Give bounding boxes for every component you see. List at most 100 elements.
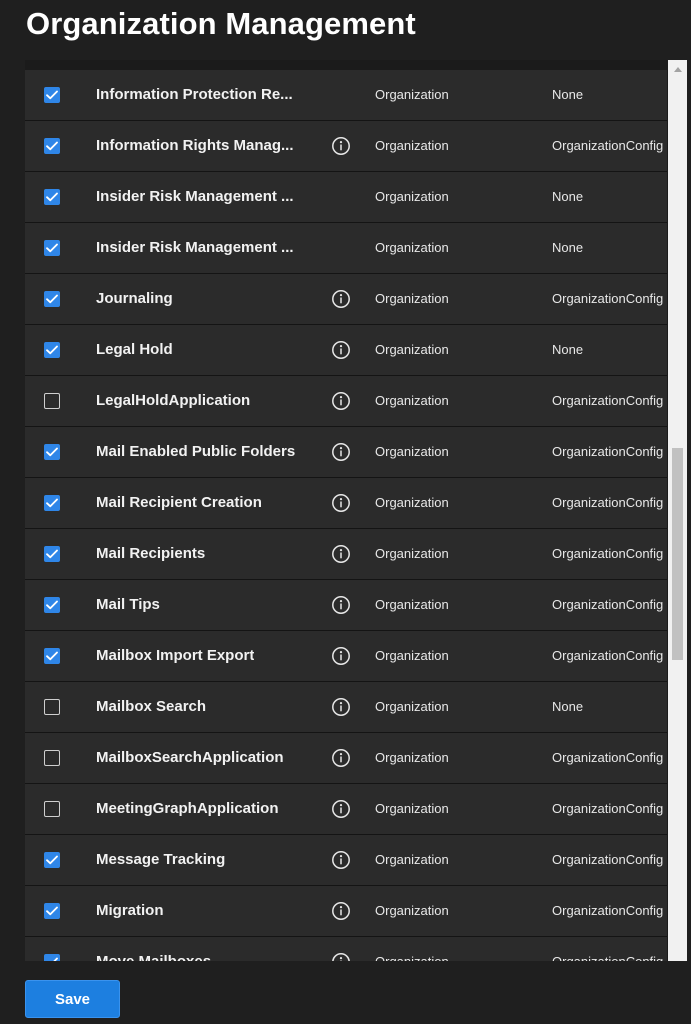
chevron-up-icon bbox=[673, 66, 682, 72]
roles-list: Information Protection Re... Organization… bbox=[25, 70, 667, 961]
row-checkbox[interactable] bbox=[44, 291, 60, 307]
role-name: Insider Risk Management ... bbox=[96, 239, 294, 256]
role-scope: Organization bbox=[375, 699, 449, 714]
info-circle-icon[interactable] bbox=[331, 850, 351, 870]
role-name: Mail Tips bbox=[96, 596, 160, 613]
info-circle-icon[interactable] bbox=[331, 544, 351, 564]
row-checkbox[interactable] bbox=[44, 444, 60, 460]
role-name: Information Rights Manag... bbox=[96, 137, 294, 154]
role-config-scope: OrganizationConfig bbox=[552, 291, 664, 306]
role-scope: Organization bbox=[375, 801, 449, 816]
checkmark-icon bbox=[46, 447, 58, 457]
role-scope: Organization bbox=[375, 648, 449, 663]
info-circle-icon[interactable] bbox=[331, 442, 351, 462]
row-checkbox[interactable] bbox=[44, 87, 60, 103]
role-config-scope: None bbox=[552, 87, 584, 102]
footer-bar: Save bbox=[0, 961, 691, 1024]
table-row[interactable]: Move Mailboxes Organization OrganizationCo… bbox=[25, 937, 667, 961]
save-button[interactable]: Save bbox=[25, 980, 120, 1018]
table-row[interactable]: Mail Tips Organization OrganizationConfig bbox=[25, 580, 667, 631]
row-checkbox[interactable] bbox=[44, 750, 60, 766]
table-row[interactable]: Mailbox Search Organization None bbox=[25, 682, 667, 733]
role-config-scope: OrganizationConfig bbox=[552, 852, 664, 867]
table-row[interactable]: Migration Organization OrganizationConfig bbox=[25, 886, 667, 937]
checkmark-icon bbox=[46, 243, 58, 253]
table-row[interactable]: Message Tracking Organization Organization… bbox=[25, 835, 667, 886]
checkmark-icon bbox=[46, 906, 58, 916]
role-scope: Organization bbox=[375, 750, 449, 765]
row-checkbox[interactable] bbox=[44, 546, 60, 562]
row-checkbox[interactable] bbox=[44, 954, 60, 961]
row-checkbox[interactable] bbox=[44, 189, 60, 205]
scroll-up-button[interactable] bbox=[668, 60, 687, 77]
info-circle-icon[interactable] bbox=[331, 646, 351, 666]
role-config-scope: OrganizationConfig bbox=[552, 393, 664, 408]
table-row[interactable]: LegalHoldApplication Organization Organiza… bbox=[25, 376, 667, 427]
table-row[interactable]: Insider Risk Management ... Organization N… bbox=[25, 172, 667, 223]
role-config-scope: OrganizationConfig bbox=[552, 546, 664, 561]
info-circle-icon[interactable] bbox=[331, 595, 351, 615]
roles-list-panel: Information Protection Re... Organization… bbox=[25, 60, 687, 961]
row-checkbox[interactable] bbox=[44, 699, 60, 715]
checkmark-icon bbox=[46, 294, 58, 304]
table-row[interactable]: Information Protection Re... Organization… bbox=[25, 70, 667, 121]
table-row[interactable]: Insider Risk Management ... Organization N… bbox=[25, 223, 667, 274]
table-row[interactable]: MailboxSearchApplication Organization Orga… bbox=[25, 733, 667, 784]
table-row[interactable]: Information Rights Manag... Organization O… bbox=[25, 121, 667, 172]
info-circle-icon[interactable] bbox=[331, 391, 351, 411]
row-checkbox[interactable] bbox=[44, 903, 60, 919]
role-scope: Organization bbox=[375, 495, 449, 510]
role-name: MailboxSearchApplication bbox=[96, 749, 284, 766]
info-circle-icon[interactable] bbox=[331, 493, 351, 513]
row-checkbox[interactable] bbox=[44, 495, 60, 511]
table-row[interactable]: MeetingGraphApplication Organization Organ… bbox=[25, 784, 667, 835]
role-scope: Organization bbox=[375, 937, 449, 961]
checkmark-icon bbox=[46, 549, 58, 559]
role-config-scope: OrganizationConfig bbox=[552, 495, 664, 510]
checkmark-icon bbox=[46, 345, 58, 355]
row-checkbox[interactable] bbox=[44, 852, 60, 868]
role-scope: Organization bbox=[375, 597, 449, 612]
checkmark-icon bbox=[46, 498, 58, 508]
role-config-scope: OrganizationConfig bbox=[552, 750, 664, 765]
role-scope: Organization bbox=[375, 291, 449, 306]
info-circle-icon[interactable] bbox=[331, 340, 351, 360]
info-circle-icon[interactable] bbox=[331, 136, 351, 156]
role-name: MeetingGraphApplication bbox=[96, 800, 279, 817]
role-name: Migration bbox=[96, 902, 164, 919]
info-circle-icon[interactable] bbox=[331, 697, 351, 717]
row-checkbox[interactable] bbox=[44, 138, 60, 154]
row-checkbox[interactable] bbox=[44, 648, 60, 664]
info-circle-icon[interactable] bbox=[331, 748, 351, 768]
role-config-scope: None bbox=[552, 189, 584, 204]
row-checkbox[interactable] bbox=[44, 342, 60, 358]
role-config-scope: OrganizationConfig bbox=[552, 444, 664, 459]
role-name: Mailbox Search bbox=[96, 698, 207, 715]
role-name: Information Protection Re... bbox=[96, 86, 293, 103]
info-circle-icon[interactable] bbox=[331, 952, 351, 961]
vertical-scrollbar[interactable] bbox=[668, 60, 687, 961]
row-checkbox[interactable] bbox=[44, 597, 60, 613]
role-name: Mail Enabled Public Folders bbox=[96, 443, 296, 460]
role-name: Message Tracking bbox=[96, 851, 226, 868]
table-row[interactable]: Mailbox Import Export Organization Organiz… bbox=[25, 631, 667, 682]
row-checkbox[interactable] bbox=[44, 393, 60, 409]
info-circle-icon[interactable] bbox=[331, 289, 351, 309]
role-scope: Organization bbox=[375, 546, 449, 561]
role-scope: Organization bbox=[375, 342, 449, 357]
role-config-scope: OrganizationConfig bbox=[552, 937, 667, 961]
info-circle-icon[interactable] bbox=[331, 901, 351, 921]
table-row[interactable]: Mail Recipients Organization OrganizationC… bbox=[25, 529, 667, 580]
scrollbar-thumb[interactable] bbox=[672, 448, 683, 660]
info-circle-icon[interactable] bbox=[331, 799, 351, 819]
role-name: Mail Recipients bbox=[96, 545, 206, 562]
row-checkbox[interactable] bbox=[44, 801, 60, 817]
row-checkbox[interactable] bbox=[44, 240, 60, 256]
role-config-scope: OrganizationConfig bbox=[552, 138, 664, 153]
table-row[interactable]: Journaling Organization OrganizationConfig bbox=[25, 274, 667, 325]
table-row[interactable]: Legal Hold Organization None bbox=[25, 325, 667, 376]
table-row[interactable]: Mail Enabled Public Folders Organization O… bbox=[25, 427, 667, 478]
role-scope: Organization bbox=[375, 87, 449, 102]
table-row[interactable]: Mail Recipient Creation Organization Organ… bbox=[25, 478, 667, 529]
role-config-scope: None bbox=[552, 699, 584, 714]
